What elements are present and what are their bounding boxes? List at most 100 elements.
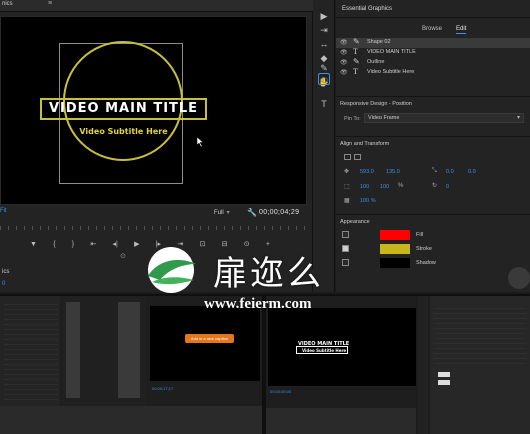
project-list — [4, 300, 58, 400]
visibility-eye-icon[interactable]: 👁 — [340, 49, 348, 56]
type-tool-icon[interactable]: T — [318, 98, 330, 110]
text-layer-icon: T — [353, 47, 358, 56]
rotation-value[interactable]: 0 — [446, 184, 449, 190]
scale-width-value[interactable]: 100 — [360, 184, 369, 190]
appearance-heading: Appearance — [340, 219, 370, 225]
mini-main-title: VIDEO MAIN TITLE — [298, 341, 350, 347]
section-divider — [336, 214, 530, 215]
tab-browse[interactable]: Browse — [422, 26, 442, 34]
program-monitor-tab-label: nics — [2, 1, 13, 7]
visibility-eye-icon[interactable]: 👁 — [340, 39, 348, 46]
zoom-level-select[interactable]: Fit — [0, 208, 7, 214]
text-layer-icon: T — [353, 67, 358, 76]
layer-item[interactable]: 👁 T Video Subtitle Here — [336, 67, 530, 78]
position-icon: ✥ — [344, 169, 350, 175]
mark-in-icon[interactable]: { — [53, 241, 55, 248]
mini-subtitle: Video Subtitle Here — [302, 348, 347, 353]
scale-height-value[interactable]: 100 — [380, 184, 389, 190]
time-ruler-ticks — [0, 226, 307, 230]
comparison-view-icon[interactable]: ⊙ — [120, 252, 126, 260]
bottom-timeline — [0, 406, 262, 434]
align-buttons — [344, 154, 361, 160]
video-main-title[interactable]: VIDEO MAIN TITLE — [40, 101, 207, 116]
step-back-icon[interactable]: ◂| — [113, 240, 118, 248]
essential-graphics-header: Essential Graphics — [336, 0, 530, 18]
left-video-viewer[interactable] — [150, 306, 260, 381]
video-viewer[interactable]: VIDEO MAIN TITLE Video Subtitle Here — [0, 16, 307, 205]
tab-edit[interactable]: Edit — [456, 26, 467, 34]
fill-checkbox[interactable] — [342, 231, 349, 238]
selection-tool-icon[interactable]: ▶ — [318, 10, 330, 22]
scale-icon: ⬚ — [344, 184, 350, 190]
thumbnail-left: Add in a new caption 00;00;17;17 — [0, 296, 262, 434]
align-transform-heading: Align and Transform — [340, 141, 390, 147]
opacity-value[interactable]: 100 % — [360, 198, 376, 204]
go-to-in-icon[interactable]: ⇤ — [90, 240, 96, 248]
shadow-color-swatch[interactable] — [380, 258, 410, 268]
layer-item[interactable]: 👁 T VIDEO MAIN TITLE — [336, 47, 530, 58]
pin-to-select[interactable]: Video Frame — [364, 113, 524, 123]
left-timecode[interactable]: 00;00;17;17 — [152, 386, 173, 391]
section-divider — [336, 136, 530, 137]
watermark-url: www.feierm.com — [204, 296, 312, 312]
shadow-checkbox[interactable] — [342, 259, 349, 266]
essential-graphics-title[interactable]: Essential Graphics — [342, 6, 392, 12]
screenshot: nics ≡ VIDEO MAIN TITLE Video Subtitle H… — [0, 0, 530, 434]
shape-layer-icon: ✎ — [353, 37, 360, 46]
anchor-x-value[interactable]: 0.0 — [446, 169, 454, 175]
align-left-icon[interactable] — [344, 154, 351, 160]
responsive-design-heading: Responsive Design - Position — [340, 101, 412, 107]
layer-name: Shape 02 — [367, 39, 391, 45]
position-x-value[interactable]: 593.0 — [360, 169, 374, 175]
pin-to-value: Video Frame — [368, 115, 400, 121]
right-tools-column — [418, 296, 428, 434]
scale-unit: % — [398, 183, 404, 189]
playhead-timecode[interactable]: 00;00;04;29 — [259, 209, 299, 216]
layer-name: Video Subtitle Here — [367, 69, 415, 75]
record-round-button[interactable] — [508, 267, 530, 289]
time-ruler-scrubber[interactable] — [0, 222, 307, 232]
layer-item[interactable]: 👁 ✎ Shape 02 — [336, 37, 530, 48]
mouse-cursor-icon — [197, 137, 204, 147]
right-timecode[interactable]: 00;00;05;00 — [270, 389, 291, 394]
watermark-title: 扉迩么 — [213, 254, 324, 294]
right-swatch — [438, 380, 450, 385]
ellipse-tool-icon[interactable]: ⬭ — [318, 73, 330, 85]
layer-item[interactable]: 👁 ✎ Outline — [336, 57, 530, 68]
stroke-color-swatch[interactable] — [380, 244, 410, 254]
track-select-tool-icon[interactable]: ⇥ — [318, 24, 330, 36]
stroke-label: Stroke — [416, 246, 432, 252]
thumbnail-right: VIDEO MAIN TITLE Video Subtitle Here 00;… — [266, 296, 530, 434]
fill-color-swatch[interactable] — [380, 230, 410, 240]
align-center-icon[interactable] — [354, 154, 361, 160]
add-caption-button[interactable]: Add in a new caption — [185, 334, 234, 343]
settings-wrench-icon[interactable]: 🔧 — [247, 208, 257, 217]
position-y-value[interactable]: 135.0 — [386, 169, 400, 175]
fill-label: Fill — [416, 232, 424, 238]
essential-graphics-tabs: Browse Edit — [422, 26, 467, 34]
ripple-edit-tool-icon[interactable]: ↔ — [318, 38, 330, 50]
stroke-checkbox[interactable] — [342, 245, 349, 252]
right-bottom-timeline — [266, 408, 416, 434]
timeline-track — [118, 302, 140, 398]
lower-panel-value[interactable]: 0 — [2, 281, 5, 287]
opacity-icon: ▦ — [344, 198, 350, 204]
rotation-icon: ↻ — [432, 183, 438, 189]
anchor-point-icon: ⤡ — [432, 168, 437, 174]
playback-resolution-select[interactable]: Full — [214, 209, 230, 216]
layer-name: VIDEO MAIN TITLE — [367, 49, 416, 55]
visibility-eye-icon[interactable]: 👁 — [340, 59, 348, 66]
section-divider — [336, 96, 530, 97]
lower-panel-tab-label: ics — [2, 269, 10, 275]
video-subtitle[interactable]: Video Subtitle Here — [40, 127, 207, 136]
program-monitor-tab[interactable]: nics ≡ — [0, 0, 313, 12]
shape-layer-icon: ✎ — [353, 57, 360, 66]
shadow-label: Shadow — [416, 260, 436, 266]
right-swatch — [438, 372, 450, 377]
mark-out-icon[interactable]: } — [72, 241, 74, 248]
anchor-y-value[interactable]: 0.0 — [468, 169, 476, 175]
visibility-eye-icon[interactable]: 👁 — [340, 69, 348, 76]
add-marker-icon[interactable]: ▼ — [30, 241, 37, 248]
timeline-track — [66, 302, 80, 398]
panel-menu-icon[interactable]: ≡ — [48, 0, 52, 7]
